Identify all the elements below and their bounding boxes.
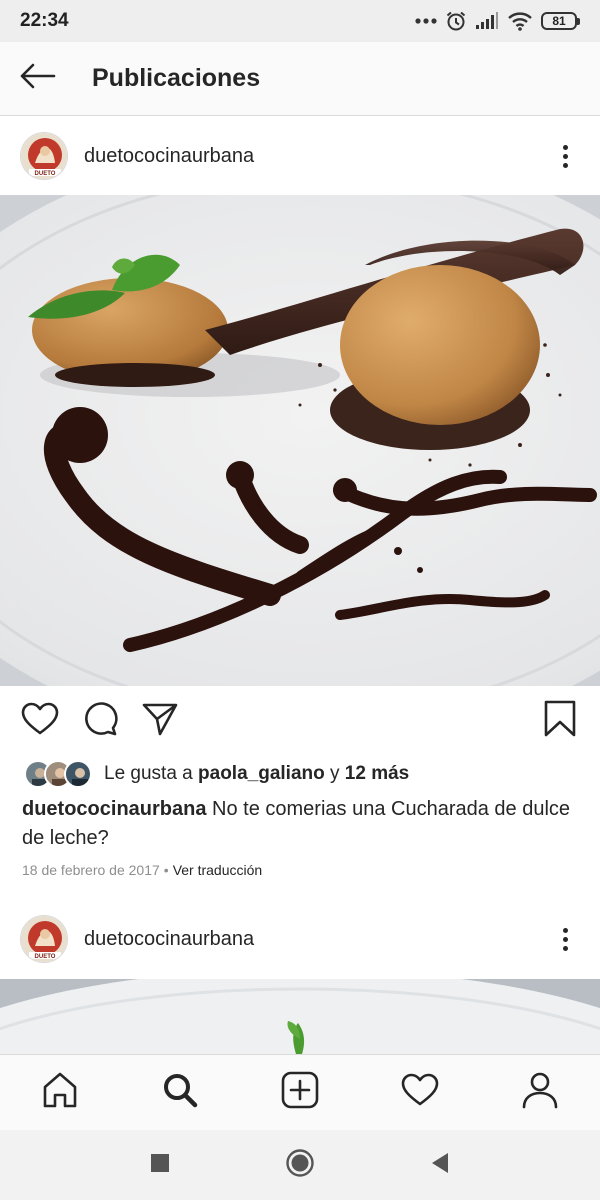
likes-row[interactable]: Le gusta a paola_galiano y 12 más xyxy=(24,756,409,792)
back-triangle-icon xyxy=(430,1152,450,1179)
post-meta: 18 de febrero de 2017 • Ver traducción xyxy=(22,862,262,878)
bookmark-icon xyxy=(544,700,576,743)
page-title: Publicaciones xyxy=(92,64,261,92)
more-options-button[interactable] xyxy=(550,136,580,176)
post-actions xyxy=(0,690,600,752)
likes-prefix: Le gusta a xyxy=(104,763,199,784)
send-icon xyxy=(142,702,178,741)
home-icon xyxy=(41,1071,79,1114)
heart-icon xyxy=(21,702,59,741)
recents-square-icon xyxy=(150,1153,170,1178)
share-button[interactable] xyxy=(140,701,180,741)
new-post-tab[interactable] xyxy=(270,1063,330,1123)
home-circle-icon xyxy=(285,1148,315,1183)
post-username[interactable]: duetococinaurbana xyxy=(84,145,254,168)
battery-icon: 81 xyxy=(541,12,580,30)
avatar[interactable]: DUETO xyxy=(20,915,68,963)
activity-heart-icon xyxy=(401,1073,439,1112)
more-dot xyxy=(562,144,568,150)
avatar xyxy=(64,760,92,788)
like-button[interactable] xyxy=(20,701,60,741)
search-tab[interactable] xyxy=(150,1063,210,1123)
status-icons: 81 xyxy=(415,10,580,32)
more-dot xyxy=(562,162,568,168)
post-caption: duetococinaurbana No te comerias una Cuc… xyxy=(22,795,582,853)
svg-text:DUETO: DUETO xyxy=(35,954,56,960)
activity-tab[interactable] xyxy=(390,1063,450,1123)
profile-icon xyxy=(521,1071,559,1114)
bottom-nav xyxy=(0,1054,600,1130)
system-nav xyxy=(0,1130,600,1200)
comment-icon xyxy=(82,701,118,742)
save-button[interactable] xyxy=(540,700,580,743)
more-options-button[interactable] xyxy=(550,919,580,959)
more-dot xyxy=(562,153,568,159)
meta-separator: • xyxy=(163,862,169,878)
system-back-button[interactable] xyxy=(420,1145,460,1185)
more-dot xyxy=(562,927,568,933)
liker-username[interactable]: paola_galiano xyxy=(198,763,325,785)
post-header: DUETO duetococinaurbana xyxy=(0,900,600,978)
likes-others[interactable]: 12 más xyxy=(345,763,409,785)
more-dot xyxy=(562,936,568,942)
comment-button[interactable] xyxy=(80,701,120,741)
battery-level: 81 xyxy=(541,12,577,30)
top-nav: Publicaciones xyxy=(0,42,600,116)
home-tab[interactable] xyxy=(30,1063,90,1123)
avatar[interactable]: DUETO xyxy=(20,132,68,180)
dots-icon xyxy=(415,17,437,25)
status-bar: 22:34 81 xyxy=(0,0,600,42)
more-dot xyxy=(562,945,568,951)
liker-avatars xyxy=(24,760,92,788)
signal-icon xyxy=(475,12,499,30)
post-username[interactable]: duetococinaurbana xyxy=(84,928,254,951)
wifi-icon xyxy=(507,11,533,31)
status-time: 22:34 xyxy=(20,10,69,31)
back-button[interactable] xyxy=(2,42,72,116)
translate-link[interactable]: Ver traducción xyxy=(173,862,263,878)
svg-text:DUETO: DUETO xyxy=(35,171,56,177)
recents-button[interactable] xyxy=(140,1145,180,1185)
likes-conjunction: y xyxy=(324,763,345,784)
search-icon xyxy=(161,1071,199,1114)
alarm-icon xyxy=(445,10,467,32)
new-post-icon xyxy=(281,1071,319,1114)
arrow-left-icon xyxy=(18,62,56,95)
post-header: DUETO duetococinaurbana xyxy=(0,117,600,195)
post-date: 18 de febrero de 2017 xyxy=(22,862,160,878)
system-home-button[interactable] xyxy=(280,1145,320,1185)
caption-username[interactable]: duetococinaurbana xyxy=(22,798,206,820)
post-image[interactable] xyxy=(0,195,600,686)
post-image[interactable] xyxy=(0,979,600,1054)
profile-tab[interactable] xyxy=(510,1063,570,1123)
